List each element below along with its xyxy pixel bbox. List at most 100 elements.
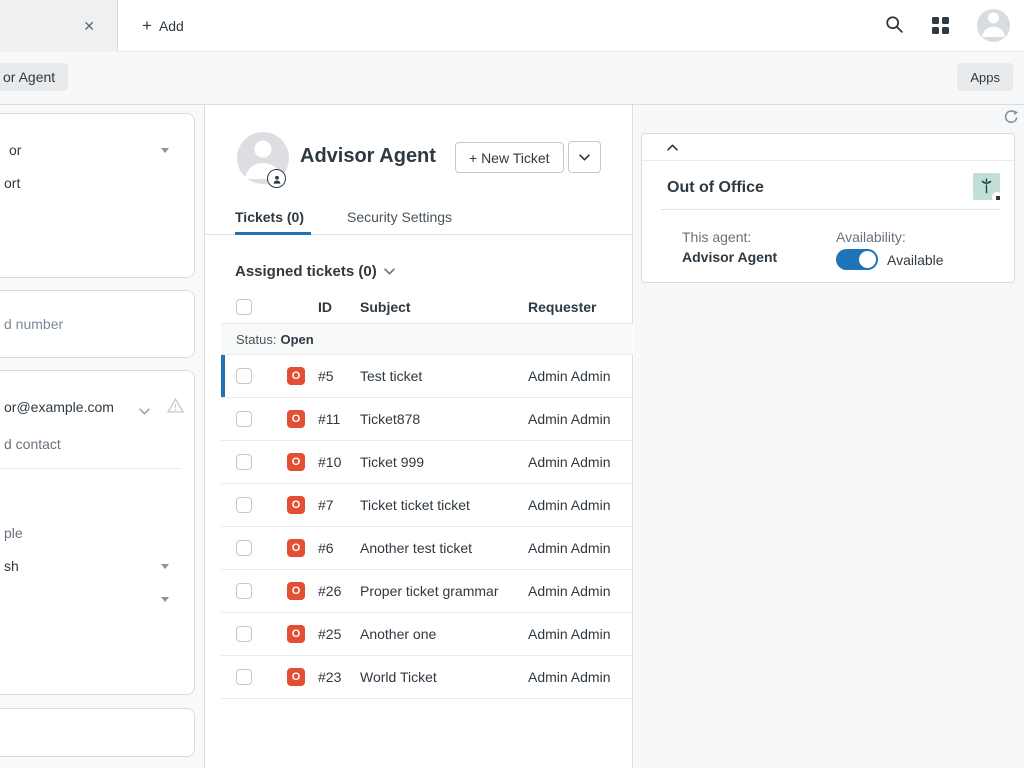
add-contact-link[interactable]: d contact [4, 435, 61, 453]
chevron-up-icon [667, 144, 678, 151]
app-window: ✕ + Add or Agent Apps [0, 0, 1024, 768]
ticket-subject[interactable]: Proper ticket grammar [360, 583, 528, 599]
plus-icon: + [142, 17, 152, 34]
warning-icon [167, 398, 184, 418]
ticket-row[interactable]: O #6 Another test ticket Admin Admin [221, 527, 633, 570]
row-checkbox[interactable] [236, 626, 252, 642]
phone-field-value[interactable]: d number [4, 315, 63, 333]
language-caret-icon[interactable] [161, 564, 169, 569]
tickets-table: ID Subject Requester Status: Open O #5 T… [221, 291, 633, 699]
main-content: Advisor Agent + New Ticket Tickets (0) S… [205, 105, 633, 768]
column-header-id[interactable]: ID [318, 299, 360, 315]
ticket-requester: Admin Admin [528, 411, 633, 427]
ticket-id: #6 [318, 540, 360, 556]
profile-tabs: Tickets (0) Security Settings [205, 209, 632, 235]
row-checkbox[interactable] [236, 497, 252, 513]
tab-closable[interactable]: ✕ [0, 0, 118, 52]
add-button[interactable]: + Add [134, 0, 192, 51]
email-chevron-down-icon[interactable] [139, 402, 150, 420]
ticket-subject[interactable]: Test ticket [360, 368, 528, 384]
apps-grid-button[interactable] [932, 17, 949, 34]
ticket-requester: Admin Admin [528, 540, 633, 556]
ticket-row[interactable]: O #7 Ticket ticket ticket Admin Admin [221, 484, 633, 527]
email-field-value[interactable]: or@example.com [4, 398, 114, 416]
palm-tree-icon [973, 173, 1000, 200]
group-field-value[interactable]: ort [4, 174, 20, 192]
ticket-row[interactable]: O #26 Proper ticket grammar Admin Admin [221, 570, 633, 613]
user-avatar[interactable] [977, 9, 1010, 42]
apps-button[interactable]: Apps [957, 63, 1013, 91]
row-checkbox[interactable] [236, 454, 252, 470]
detail-field-label: ple [4, 524, 23, 542]
timezone-caret-icon[interactable] [161, 597, 169, 602]
new-ticket-button[interactable]: + New Ticket [455, 142, 564, 173]
status-open-badge: O [287, 453, 305, 471]
person-icon [977, 9, 1010, 42]
row-checkbox[interactable] [236, 540, 252, 556]
profile-fields-card: or ort [0, 113, 195, 278]
select-all-checkbox[interactable] [236, 299, 252, 315]
row-checkbox[interactable] [236, 368, 252, 384]
close-icon[interactable]: ✕ [83, 19, 95, 33]
tab-security-settings[interactable]: Security Settings [347, 209, 452, 225]
status-open-badge: O [287, 496, 305, 514]
assigned-tickets-toggle[interactable]: Assigned tickets (0) [235, 263, 395, 280]
availability-value: Available [887, 252, 944, 268]
ticket-subject[interactable]: Ticket ticket ticket [360, 497, 528, 513]
this-agent-field: This agent: Advisor Agent [682, 229, 836, 270]
breadcrumb-tab[interactable]: or Agent [0, 63, 68, 91]
ticket-subject[interactable]: Ticket 999 [360, 454, 528, 470]
ticket-requester: Admin Admin [528, 497, 633, 513]
availability-label: Availability: [836, 229, 1000, 245]
collapse-app-strip[interactable] [642, 134, 1014, 161]
refresh-apps-button[interactable] [1003, 109, 1019, 128]
group-label: Status: [236, 332, 276, 347]
status-open-badge: O [287, 410, 305, 428]
ticket-row[interactable]: O #5 Test ticket Admin Admin [221, 355, 633, 398]
language-field-value[interactable]: sh [4, 557, 19, 575]
column-header-requester[interactable]: Requester [528, 299, 633, 315]
ticket-subject[interactable]: Ticket878 [360, 411, 528, 427]
tab-tickets[interactable]: Tickets (0) [235, 209, 304, 225]
search-button[interactable] [885, 15, 904, 37]
sidebar: or ort d number or@example.com d contact… [0, 105, 205, 768]
topbar-actions [885, 0, 1010, 51]
ticket-row[interactable]: O #11 Ticket878 Admin Admin [221, 398, 633, 441]
status-open-badge: O [287, 668, 305, 686]
ticket-id: #26 [318, 583, 360, 599]
ticket-subject[interactable]: Another test ticket [360, 540, 528, 556]
row-checkbox[interactable] [236, 669, 252, 685]
ticket-row[interactable]: O #23 World Ticket Admin Admin [221, 656, 633, 699]
ticket-row[interactable]: O #10 Ticket 999 Admin Admin [221, 441, 633, 484]
row-checkbox[interactable] [236, 583, 252, 599]
group-value: Open [280, 332, 313, 347]
ticket-id: #23 [318, 669, 360, 685]
ticket-subject[interactable]: World Ticket [360, 669, 528, 685]
ticket-subject[interactable]: Another one [360, 626, 528, 642]
column-header-subject[interactable]: Subject [360, 299, 528, 315]
status-open-badge: O [287, 582, 305, 600]
ticket-rows: O #5 Test ticket Admin Admin O #11 Ticke… [221, 355, 633, 699]
row-checkbox[interactable] [236, 411, 252, 427]
toggle-knob [859, 251, 876, 268]
ticket-requester: Admin Admin [528, 669, 633, 685]
palm-icon-badge [992, 192, 1003, 203]
out-of-office-app-card: Out of Office This agent: Adviso [641, 133, 1015, 283]
availability-field: Availability: Available [836, 229, 1000, 270]
ticket-requester: Admin Admin [528, 626, 633, 642]
contact-card: or@example.com d contact ple sh [0, 370, 195, 695]
this-agent-label: This agent: [682, 229, 836, 245]
ticket-id: #11 [318, 411, 360, 427]
ticket-row[interactable]: O #25 Another one Admin Admin [221, 613, 633, 656]
card-divider [0, 468, 182, 469]
ticket-requester: Admin Admin [528, 583, 633, 599]
ticket-id: #7 [318, 497, 360, 513]
status-open-badge: O [287, 539, 305, 557]
role-caret-icon[interactable] [161, 148, 169, 153]
apps-panel: Out of Office This agent: Adviso [634, 105, 1024, 768]
new-ticket-caret-button[interactable] [568, 141, 601, 173]
ticket-requester: Admin Admin [528, 368, 633, 384]
dotted-divider [661, 209, 1000, 210]
role-field-value[interactable]: or [9, 141, 21, 159]
availability-toggle[interactable] [836, 249, 878, 270]
